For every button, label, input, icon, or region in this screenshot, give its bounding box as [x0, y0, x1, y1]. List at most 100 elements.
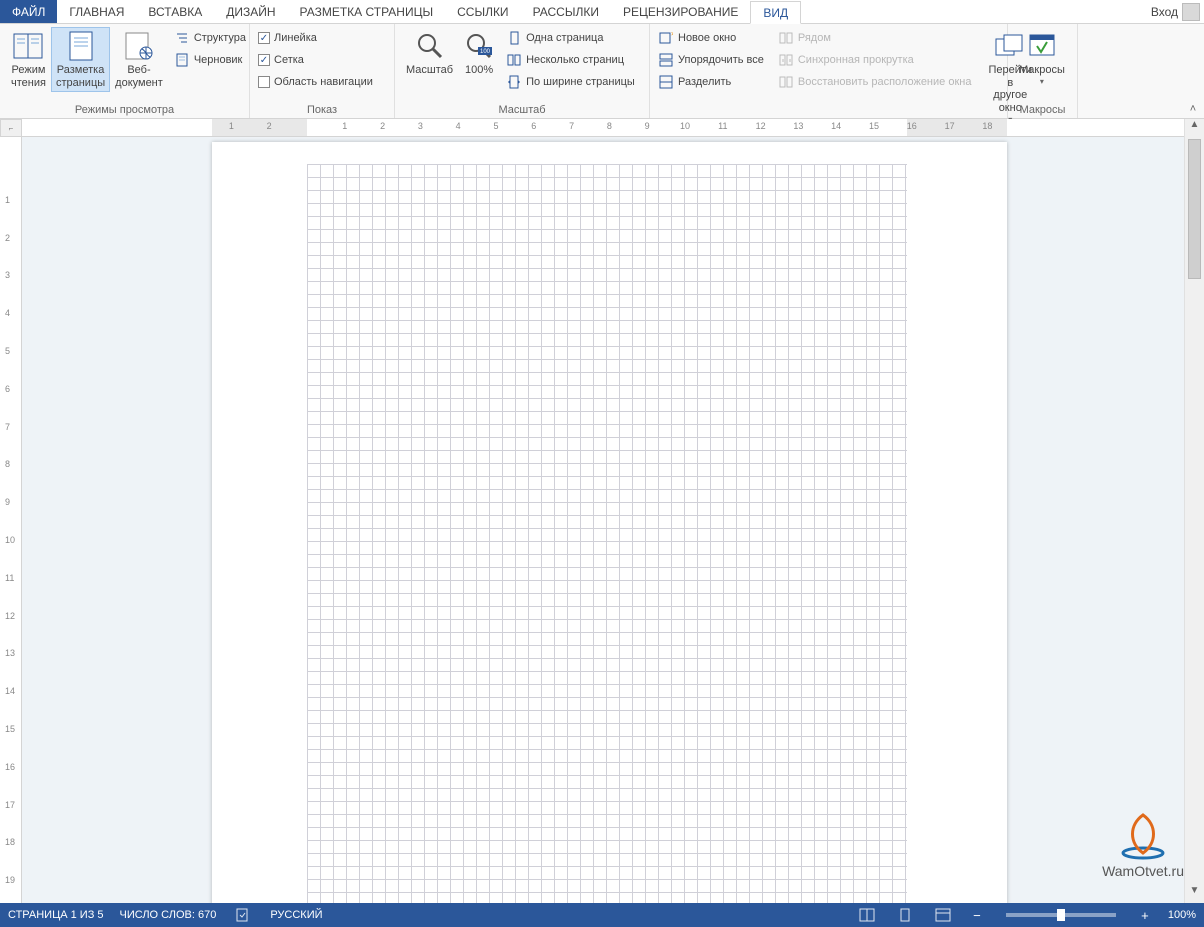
login-label: Вход	[1151, 5, 1178, 19]
status-zoom-value[interactable]: 100%	[1168, 909, 1196, 921]
multi-page-icon	[506, 52, 522, 68]
outline-label: Структура	[194, 32, 246, 44]
ruler-label: Линейка	[274, 32, 317, 44]
scroll-thumb[interactable]	[1188, 139, 1201, 279]
zoom-100-icon: 100	[463, 30, 495, 62]
group-window: ✶ Новое окно Упорядочить все Разделить Р…	[650, 24, 1008, 118]
tab-view[interactable]: ВИД	[750, 1, 801, 24]
document-area[interactable]	[22, 137, 1184, 903]
collapse-ribbon-button[interactable]: ˄	[1186, 102, 1200, 116]
ruler-checkbox[interactable]: ✓ Линейка	[256, 27, 319, 49]
side-by-side-icon	[778, 30, 794, 46]
reset-window-button[interactable]: Восстановить расположение окна	[776, 71, 974, 93]
statusbar-read-mode-button[interactable]	[856, 906, 878, 924]
page-width-icon	[506, 74, 522, 90]
macros-icon	[1026, 30, 1058, 62]
new-window-button[interactable]: ✶ Новое окно	[656, 27, 766, 49]
checkbox-icon: ✓	[258, 54, 270, 66]
zoom-in-button[interactable]: +	[1138, 908, 1152, 923]
zoom-slider-knob[interactable]	[1057, 909, 1065, 921]
page-width-button[interactable]: По ширине страницы	[504, 71, 637, 93]
vertical-scrollbar[interactable]: ▲ ▼	[1184, 119, 1204, 903]
tab-references[interactable]: ССЫЛКИ	[445, 0, 520, 23]
tab-design[interactable]: ДИЗАЙН	[214, 0, 287, 23]
chevron-down-icon: ▾	[1040, 77, 1044, 86]
macros-button[interactable]: Макросы ▾	[1014, 27, 1070, 89]
web-layout-label: Веб- документ	[115, 64, 163, 89]
gridlines-label: Сетка	[274, 54, 304, 66]
ribbon: Режим чтения Разметка страницы Веб- доку…	[0, 24, 1204, 119]
outline-icon	[174, 30, 190, 46]
group-macros-title: Макросы	[1014, 103, 1071, 117]
zoom-100-label: 100%	[465, 64, 493, 77]
group-zoom-title: Масштаб	[401, 103, 643, 117]
web-layout-button[interactable]: Веб- документ	[110, 27, 168, 92]
zoom-icon	[414, 30, 446, 62]
web-layout-icon	[123, 30, 155, 62]
sync-scroll-label: Синхронная прокрутка	[798, 54, 914, 66]
page-width-label: По ширине страницы	[526, 76, 635, 88]
scroll-up-button[interactable]: ▲	[1185, 119, 1204, 137]
print-layout-label: Разметка страницы	[56, 64, 105, 89]
group-macros: Макросы ▾ Макросы	[1008, 24, 1078, 118]
status-bar: СТРАНИЦА 1 ИЗ 5 ЧИСЛО СЛОВ: 670 РУССКИЙ …	[0, 903, 1204, 927]
gridlines-checkbox[interactable]: ✓ Сетка	[256, 49, 306, 71]
zoom-label: Масштаб	[406, 64, 453, 77]
group-views-title: Режимы просмотра	[6, 103, 243, 117]
status-language[interactable]: РУССКИЙ	[270, 909, 322, 921]
navpane-label: Область навигации	[274, 76, 373, 88]
ruler-corner[interactable]: ⌐	[0, 119, 22, 137]
one-page-icon	[506, 30, 522, 46]
zoom-button[interactable]: Масштаб	[401, 27, 458, 80]
svg-text:100: 100	[480, 49, 491, 55]
read-mode-button[interactable]: Режим чтения	[6, 27, 51, 92]
login-link[interactable]: Вход	[1151, 0, 1204, 23]
split-icon	[658, 74, 674, 90]
navpane-checkbox[interactable]: Область навигации	[256, 71, 375, 93]
svg-text:✶: ✶	[670, 31, 673, 39]
tab-home[interactable]: ГЛАВНАЯ	[57, 0, 136, 23]
zoom-100-button[interactable]: 100 100%	[458, 27, 500, 80]
tab-pagelayout[interactable]: РАЗМЕТКА СТРАНИЦЫ	[288, 0, 446, 23]
tab-mailings[interactable]: РАССЫЛКИ	[521, 0, 611, 23]
reset-window-label: Восстановить расположение окна	[798, 76, 972, 88]
read-mode-icon	[12, 30, 44, 62]
status-word-count[interactable]: ЧИСЛО СЛОВ: 670	[120, 909, 217, 921]
outline-button[interactable]: Структура	[172, 27, 248, 49]
scroll-down-button[interactable]: ▼	[1185, 885, 1204, 903]
group-zoom: Масштаб 100 100% Одна страница Несколько…	[395, 24, 650, 118]
zoom-out-button[interactable]: −	[970, 908, 984, 923]
draft-icon	[174, 52, 190, 68]
side-by-side-label: Рядом	[798, 32, 831, 44]
new-window-label: Новое окно	[678, 32, 736, 44]
side-by-side-button[interactable]: Рядом	[776, 27, 974, 49]
arrange-all-icon	[658, 52, 674, 68]
zoom-slider[interactable]	[1006, 913, 1116, 917]
read-mode-label: Режим чтения	[11, 64, 46, 89]
arrange-all-button[interactable]: Упорядочить все	[656, 49, 766, 71]
statusbar-web-layout-button[interactable]	[932, 906, 954, 924]
tab-insert[interactable]: ВСТАВКА	[136, 0, 214, 23]
multi-page-button[interactable]: Несколько страниц	[504, 49, 637, 71]
tab-review[interactable]: РЕЦЕНЗИРОВАНИЕ	[611, 0, 750, 23]
new-window-icon: ✶	[658, 30, 674, 46]
reset-window-icon	[778, 74, 794, 90]
split-button[interactable]: Разделить	[656, 71, 766, 93]
draft-label: Черновик	[194, 54, 243, 66]
vertical-ruler[interactable]: 12345678910111213141516171819	[0, 137, 22, 903]
sync-scroll-button[interactable]: Синхронная прокрутка	[776, 49, 974, 71]
status-page[interactable]: СТРАНИЦА 1 ИЗ 5	[8, 909, 104, 921]
one-page-button[interactable]: Одна страница	[504, 27, 637, 49]
statusbar-print-layout-button[interactable]	[894, 906, 916, 924]
group-show-title: Показ	[256, 103, 388, 117]
horizontal-ruler[interactable]: 21123456789101112131415161718	[22, 119, 1184, 137]
checkbox-icon	[258, 76, 270, 88]
tab-file[interactable]: ФАЙЛ	[0, 0, 57, 23]
multi-page-label: Несколько страниц	[526, 54, 624, 66]
print-layout-button[interactable]: Разметка страницы	[51, 27, 110, 92]
one-page-label: Одна страница	[526, 32, 603, 44]
print-layout-icon	[65, 30, 97, 62]
draft-button[interactable]: Черновик	[172, 49, 248, 71]
proofing-icon[interactable]	[232, 906, 254, 924]
checkbox-icon: ✓	[258, 32, 270, 44]
